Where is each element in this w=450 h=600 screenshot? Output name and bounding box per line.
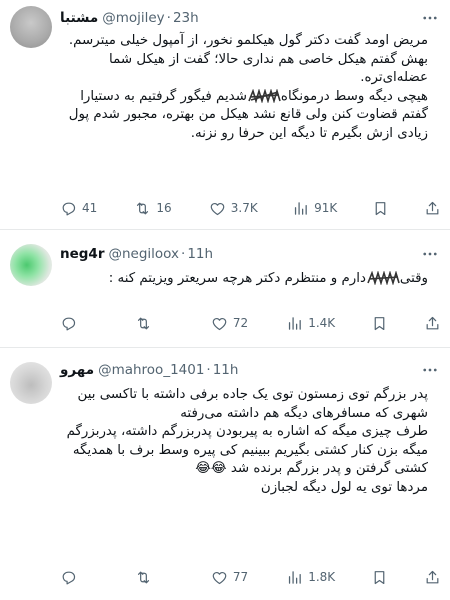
tweet-actions: 77 1.8K xyxy=(60,566,442,588)
view-count: 1.4K xyxy=(308,316,336,330)
more-options-button[interactable] xyxy=(420,360,440,380)
tweet-text-fragment: هیچی دیگه وسط درمونگاه xyxy=(280,88,428,104)
author-name[interactable]: مشتبا xyxy=(60,10,98,26)
heart-icon xyxy=(209,200,226,217)
tweet-text: مریض اومد گفت دکتر گول هیکلمو نخور، از آ… xyxy=(60,32,428,143)
bookmark-icon xyxy=(371,315,388,332)
view-count: 1.8K xyxy=(308,570,336,584)
repost-button[interactable] xyxy=(135,566,175,588)
views-button[interactable]: 1.4K xyxy=(286,312,335,334)
bookmark-icon xyxy=(371,569,388,586)
tweet-time[interactable]: 11h xyxy=(213,362,239,378)
tweet-paragraph: هیچی دیگه وسط درمونگاهشدیم فیگور گرفتیم … xyxy=(60,88,428,144)
avatar[interactable] xyxy=(10,362,52,404)
separator-dot: · xyxy=(166,10,171,26)
views-button[interactable]: 1.8K xyxy=(286,566,335,588)
share-button[interactable] xyxy=(424,312,442,334)
tweet-paragraph: مردها توی یه لول دیگه لجبازن xyxy=(260,479,428,495)
analytics-bars-icon xyxy=(292,200,309,217)
separator-dot: · xyxy=(206,362,211,378)
bookmark-button[interactable] xyxy=(371,566,389,588)
reply-bubble-icon xyxy=(60,200,77,217)
bookmark-button[interactable] xyxy=(372,197,390,219)
repost-count: 16 xyxy=(156,201,172,215)
like-button[interactable]: 3.7K xyxy=(209,197,258,219)
bookmark-icon xyxy=(372,200,389,217)
reply-button[interactable]: 41 xyxy=(60,197,100,219)
repost-icon xyxy=(135,315,152,332)
share-button[interactable] xyxy=(424,566,442,588)
tweet-paragraph: پدر بزرگم توی زمستون توی یک جاده برفی دا… xyxy=(77,387,428,421)
author-name[interactable]: مهرو xyxy=(60,362,94,378)
redacted-scribble-icon xyxy=(367,271,400,285)
laughing-emoji: 😂😂 xyxy=(195,461,227,476)
repost-icon xyxy=(135,569,152,586)
tweet-feed: مشتبا @mojiley · 23h مریض اومد گفت دکتر … xyxy=(0,0,450,600)
like-button[interactable]: 72 xyxy=(211,312,251,334)
tweet-header: neg4r @negiloox · 11h xyxy=(60,244,420,264)
like-count: 72 xyxy=(232,316,249,330)
share-icon xyxy=(424,569,441,586)
reply-button[interactable] xyxy=(60,312,100,334)
like-count: 77 xyxy=(232,570,249,584)
tweet-actions: 72 1.4K xyxy=(60,312,442,334)
heart-icon xyxy=(211,315,228,332)
avatar[interactable] xyxy=(10,244,52,286)
tweet-paragraph: طرف چیزی میگه که اشاره به پیربودن پدربزر… xyxy=(60,423,428,479)
tweet-text: پدر بزرگم توی زمستون توی یک جاده برفی دا… xyxy=(60,386,428,497)
tweet-card[interactable]: neg4r @negiloox · 11h وقتی دارم و منتظرم … xyxy=(0,230,450,348)
reply-count: 41 xyxy=(82,201,98,215)
like-count: 3.7K xyxy=(230,201,258,215)
more-horizontal-icon xyxy=(421,361,439,379)
analytics-bars-icon xyxy=(286,315,303,332)
tweet-time[interactable]: 23h xyxy=(173,10,199,26)
tweet-text-fragment: طرف چیزی میگه که اشاره به پیربودن پدربزر… xyxy=(66,424,428,476)
tweet-text: وقتی دارم و منتظرم دکتر هرچه سریعتر ویزیت… xyxy=(60,270,428,289)
avatar[interactable] xyxy=(10,6,52,48)
separator-dot: · xyxy=(181,246,186,262)
more-options-button[interactable] xyxy=(420,244,440,264)
tweet-header: مشتبا @mojiley · 23h xyxy=(60,8,420,28)
like-button[interactable]: 77 xyxy=(211,566,251,588)
tweet-paragraph: مریض اومد گفت دکتر گول هیکلمو نخور، از آ… xyxy=(68,33,428,85)
tweet-paragraph: وقتی دارم و منتظرم دکتر هرچه سریعتر ویزیت… xyxy=(60,270,428,289)
share-button[interactable] xyxy=(424,197,442,219)
reply-bubble-icon xyxy=(60,315,77,332)
view-count: 91K xyxy=(314,201,338,215)
views-button[interactable]: 91K xyxy=(292,197,337,219)
redacted-scribble-icon xyxy=(248,88,281,103)
tweet-card[interactable]: مشتبا @mojiley · 23h مریض اومد گفت دکتر … xyxy=(0,0,450,230)
tweet-text-fragment: دارم و منتظرم دکتر هرچه سریعتر ویزیتم کن… xyxy=(108,271,366,286)
tweet-card[interactable]: مهرو @mahroo_1401 · 11h پدر بزرگم توی زم… xyxy=(0,348,450,600)
reply-bubble-icon xyxy=(60,569,77,586)
bookmark-button[interactable] xyxy=(371,312,389,334)
heart-icon xyxy=(211,569,228,586)
author-name[interactable]: neg4r xyxy=(60,246,104,262)
author-handle[interactable]: @mojiley xyxy=(102,10,164,26)
more-options-button[interactable] xyxy=(420,8,440,28)
more-horizontal-icon xyxy=(421,9,439,27)
author-handle[interactable]: @mahroo_1401 xyxy=(98,362,204,378)
tweet-header: مهرو @mahroo_1401 · 11h xyxy=(60,360,420,380)
analytics-bars-icon xyxy=(286,569,303,586)
author-handle[interactable]: @negiloox xyxy=(108,246,179,262)
reply-button[interactable] xyxy=(60,566,100,588)
repost-button[interactable] xyxy=(135,312,175,334)
more-horizontal-icon xyxy=(421,245,439,263)
share-icon xyxy=(424,200,441,217)
tweet-time[interactable]: 11h xyxy=(187,246,213,262)
repost-icon xyxy=(134,200,151,217)
share-icon xyxy=(424,315,441,332)
repost-button[interactable]: 16 xyxy=(134,197,174,219)
tweet-text-fragment: وقتی xyxy=(399,271,428,286)
tweet-actions: 41 16 3.7K 91K xyxy=(60,197,442,219)
